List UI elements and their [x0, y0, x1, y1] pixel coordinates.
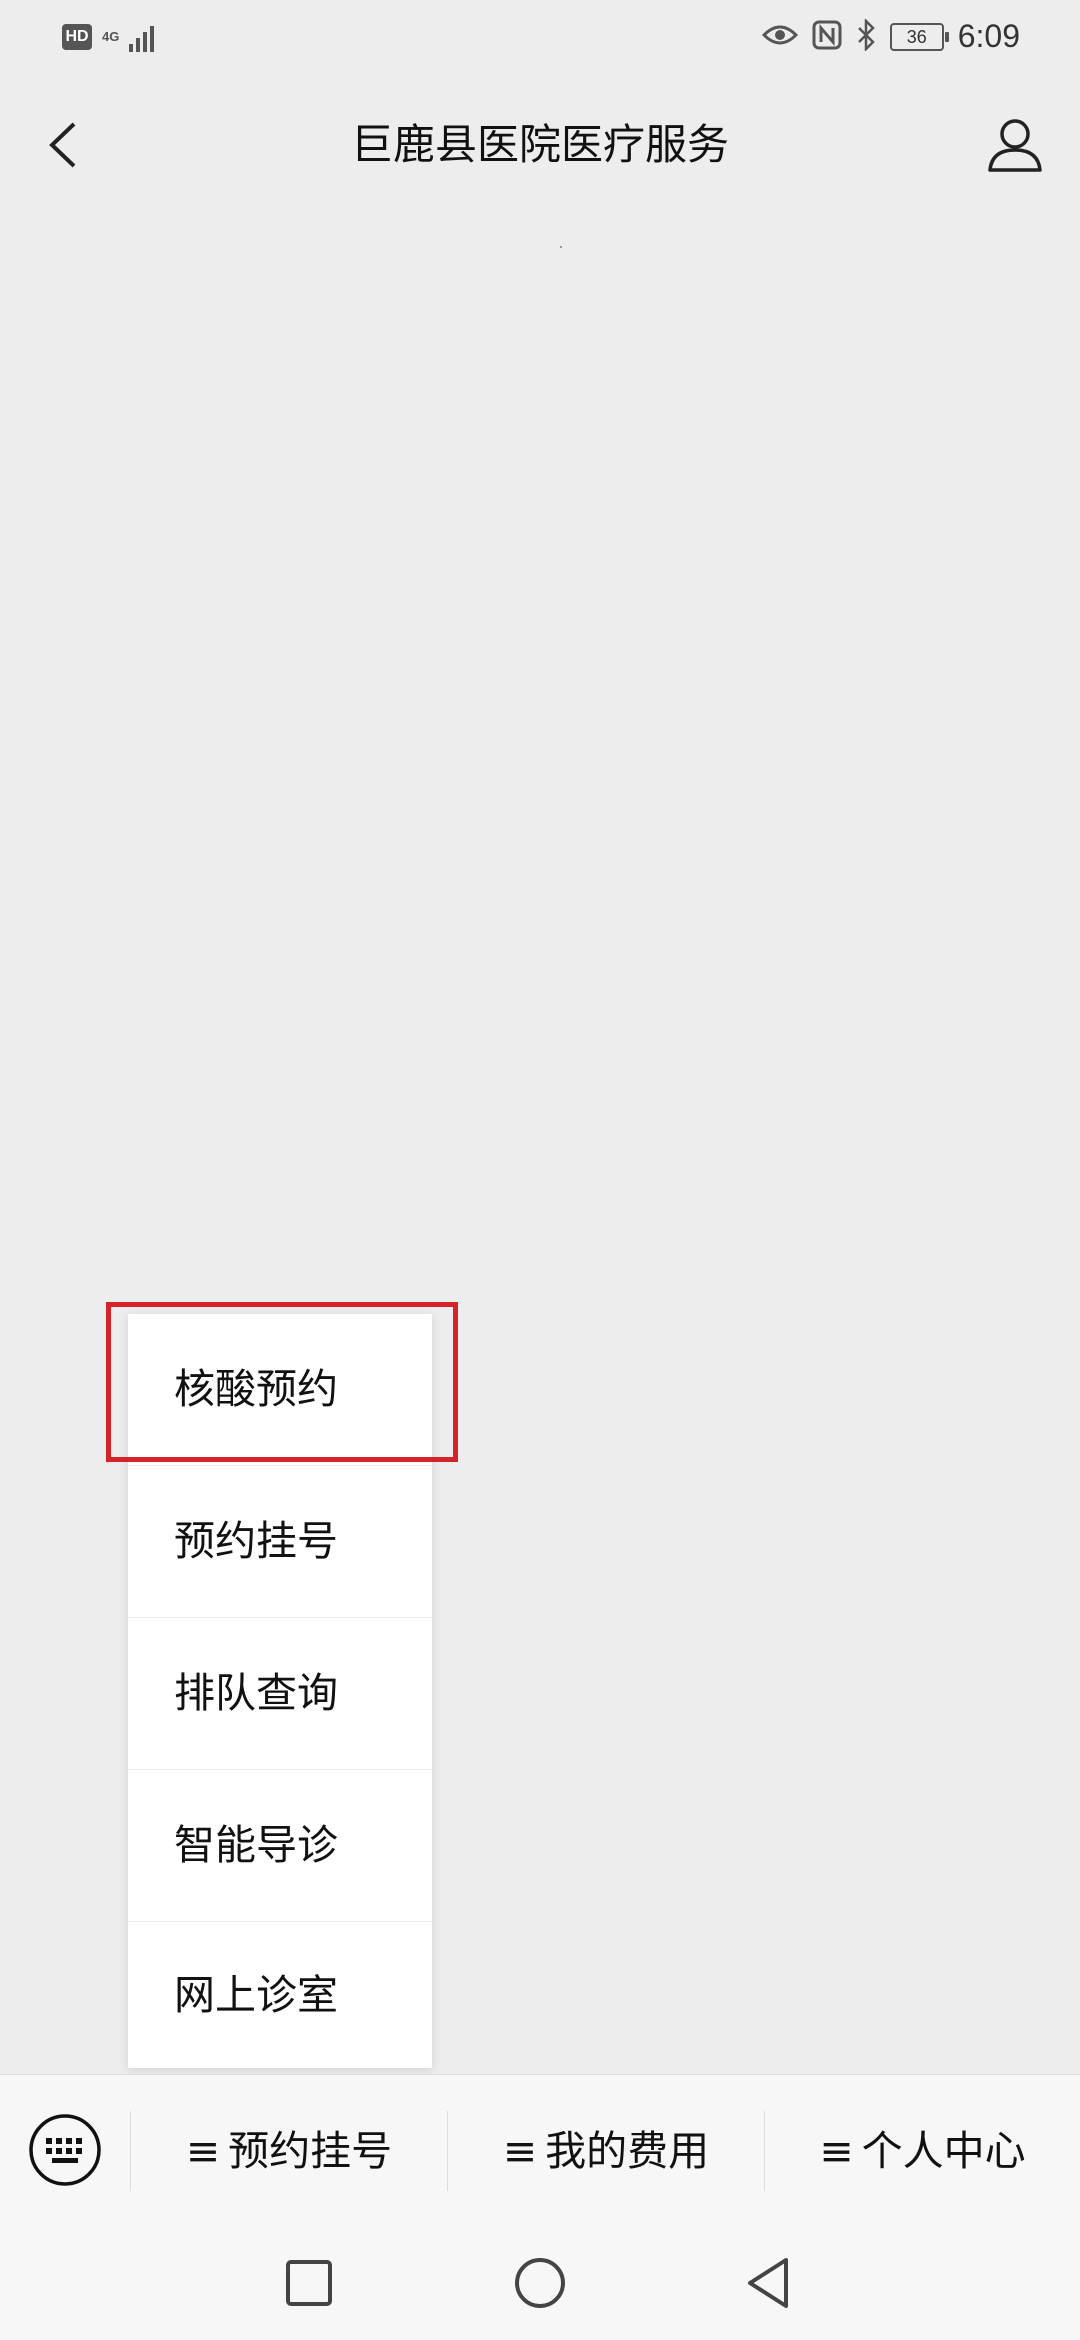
network-type: 4G — [102, 29, 120, 44]
profile-button[interactable] — [980, 110, 1050, 180]
triangle-back-icon — [748, 2258, 788, 2308]
nfc-icon — [812, 20, 842, 54]
status-left: HD 4G — [62, 22, 155, 52]
signal-icon — [129, 22, 155, 52]
popup-item-appointment[interactable]: 预约挂号 — [128, 1466, 432, 1618]
tab-my-fees-label: 我的费用 — [545, 2127, 710, 2175]
clock: 6:09 — [957, 18, 1020, 54]
system-nav-bar — [0, 2226, 1080, 2340]
page-title: 巨鹿县医院医疗服务 — [350, 120, 729, 169]
hd-badge: HD — [62, 24, 92, 50]
square-icon — [286, 2260, 332, 2306]
nav-bar: 巨鹿县医院医疗服务 — [0, 90, 1080, 200]
tab-my-fees[interactable]: ≡ 我的费用 — [448, 2075, 764, 2227]
content-dot — [560, 246, 562, 248]
tab-personal-center[interactable]: ≡ 个人中心 — [765, 2075, 1080, 2227]
eye-icon — [761, 23, 798, 51]
popup-item-online-clinic[interactable]: 网上诊室 — [128, 1922, 432, 2068]
status-right: 36 6:09 — [761, 17, 1020, 55]
circle-icon — [515, 2258, 565, 2308]
person-icon — [988, 119, 1042, 172]
battery-indicator: 36 — [889, 22, 949, 51]
menu-bars-icon: ≡ — [185, 2127, 221, 2175]
tab-personal-center-label: 个人中心 — [861, 2127, 1026, 2175]
system-back-button[interactable] — [738, 2250, 804, 2316]
keyboard-toggle-button[interactable] — [28, 2113, 102, 2187]
popup-item-smart-guide[interactable]: 智能导诊 — [128, 1770, 432, 1922]
keyboard-icon — [29, 2114, 101, 2186]
tab-appointment-label: 预约挂号 — [228, 2127, 393, 2175]
home-button[interactable] — [507, 2250, 573, 2316]
tab-appointment[interactable]: ≡ 预约挂号 — [131, 2075, 447, 2227]
menu-bars-icon: ≡ — [819, 2127, 854, 2175]
popup-item-queue-query[interactable]: 排队查询 — [128, 1618, 432, 1770]
popup-menu: 核酸预约 预约挂号 排队查询 智能导诊 网上诊室 — [128, 1314, 432, 2068]
bottom-menu: ≡ 预约挂号 ≡ 我的费用 ≡ 个人中心 — [0, 2074, 1080, 2227]
recents-button[interactable] — [276, 2250, 342, 2316]
status-bar: HD 4G 36 6:09 — [0, 0, 1080, 80]
bluetooth-icon — [856, 17, 876, 55]
menu-bars-icon: ≡ — [502, 2127, 538, 2175]
popup-item-nucleic-test[interactable]: 核酸预约 — [128, 1314, 432, 1466]
